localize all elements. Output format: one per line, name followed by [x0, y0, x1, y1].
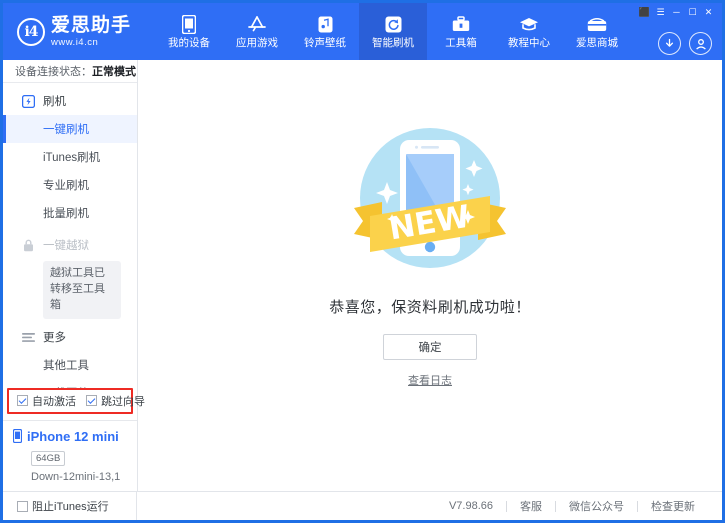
appstore-icon	[247, 14, 267, 34]
success-message: 恭喜您，保资料刷机成功啦！	[329, 296, 531, 317]
list-icon	[21, 330, 35, 344]
download-icon[interactable]	[658, 32, 681, 55]
status-bar-left: 阻止iTunes运行	[3, 492, 137, 520]
logo-initials: i4	[24, 25, 37, 39]
nav-tab-tutorial-center[interactable]: 教程中心	[495, 3, 563, 60]
sidebar-options-highlight: 自动激活 跳过向导	[3, 388, 137, 414]
sidebar-item-label: 批量刷机	[43, 205, 89, 221]
lock-icon	[21, 238, 35, 252]
sidebar-item-label: 下载固件	[43, 385, 89, 387]
sidebar-item-label: iTunes刷机	[43, 149, 100, 165]
app-logo: i4 爱思助手 www.i4.cn	[3, 3, 137, 60]
checkbox-label: 自动激活	[32, 393, 76, 409]
jailbreak-moved-tooltip: 越狱工具已转移至工具箱	[43, 261, 121, 319]
sidebar-item-itunes-flash[interactable]: iTunes刷机	[3, 143, 137, 171]
main-nav: 我的设备 应用游戏 铃声壁纸 智能刷机	[137, 3, 722, 60]
app-window: i4 爱思助手 www.i4.cn 我的设备 应用游戏	[0, 0, 725, 523]
view-log-link[interactable]: 查看日志	[408, 372, 452, 388]
sidebar-group-jailbreak: 一键越狱	[3, 231, 137, 259]
app-header: i4 爱思助手 www.i4.cn 我的设备 应用游戏	[3, 3, 722, 60]
nav-tab-label: 爱思商城	[576, 38, 618, 49]
i4-logo-icon: i4	[17, 18, 45, 46]
nav-tab-smart-flash[interactable]: 智能刷机	[359, 3, 427, 60]
checkbox-box	[17, 395, 28, 406]
music-icon	[318, 14, 333, 34]
menu-icon[interactable]: ☰	[653, 5, 668, 19]
sidebar-item-label: 专业刷机	[43, 177, 89, 193]
connection-status-label: 设备连接状态：	[15, 63, 92, 79]
sidebar-group-more: 更多	[3, 323, 137, 351]
nav-tab-label: 铃声壁纸	[304, 38, 346, 49]
checkbox-label: 跳过向导	[101, 393, 145, 409]
logo-title: 爱思助手	[51, 16, 131, 35]
checkbox-box	[17, 501, 28, 512]
new-phone-badge-illustration: NEW	[330, 116, 530, 286]
status-bar-right: V7.98.66 客服 微信公众号 检查更新	[137, 498, 722, 514]
sidebar-options-row: 自动激活 跳过向导	[7, 388, 133, 414]
device-name: iPhone 12 mini	[27, 430, 119, 443]
sidebar-item-batch-flash[interactable]: 批量刷机	[3, 199, 137, 227]
sidebar-group-flash: 刷机	[3, 87, 137, 115]
device-capacity-badge: 64GB	[31, 451, 65, 466]
checkbox-block-itunes[interactable]: 阻止iTunes运行	[17, 498, 109, 514]
sidebar-item-download-firmware[interactable]: 下载固件	[3, 379, 137, 387]
status-bar: 阻止iTunes运行 V7.98.66 客服 微信公众号 检查更新	[3, 491, 722, 520]
logo-subtitle: www.i4.cn	[51, 38, 131, 48]
connection-status-value: 正常模式	[92, 63, 136, 79]
sidebar-group-label: 一键越狱	[43, 237, 89, 253]
logo-text-block: 爱思助手 www.i4.cn	[51, 16, 131, 48]
nav-tab-label: 工具箱	[445, 38, 477, 49]
shop-icon	[587, 14, 607, 34]
phone-small-icon	[13, 429, 22, 445]
connected-device-info[interactable]: iPhone 12 mini 64GB Down-12mini-13,1	[3, 420, 137, 491]
main-content: NEW 恭喜您，保资料刷机成功啦！ 确定 查看日志	[138, 60, 722, 491]
header-actions	[658, 32, 712, 55]
nav-tab-label: 我的设备	[168, 38, 210, 49]
nav-tab-my-device[interactable]: 我的设备	[155, 3, 223, 60]
nav-tab-apps-games[interactable]: 应用游戏	[223, 3, 291, 60]
confirm-button[interactable]: 确定	[383, 334, 477, 360]
wechat-official-link[interactable]: 微信公众号	[556, 498, 637, 514]
graduation-cap-icon	[519, 14, 539, 34]
checkbox-box	[86, 395, 97, 406]
flash-device-icon	[21, 94, 35, 108]
checkbox-auto-activate[interactable]: 自动激活	[17, 393, 76, 409]
nav-tab-toolbox[interactable]: 工具箱	[427, 3, 495, 60]
checkbox-skip-wizard[interactable]: 跳过向导	[86, 393, 145, 409]
maximize-icon[interactable]: ☐	[685, 5, 700, 19]
nav-tab-label: 应用游戏	[236, 38, 278, 49]
device-model: Down-12mini-13,1	[31, 471, 137, 483]
nav-tab-i4-store[interactable]: 爱思商城	[563, 3, 631, 60]
nav-tab-ringtones-wallpaper[interactable]: 铃声壁纸	[291, 3, 359, 60]
check-update-link[interactable]: 检查更新	[638, 498, 708, 514]
sidebar-item-other-tools[interactable]: 其他工具	[3, 351, 137, 379]
user-account-icon[interactable]	[689, 32, 712, 55]
refresh-icon	[385, 14, 402, 34]
sidebar-group-label: 刷机	[43, 93, 66, 109]
nav-tab-label: 教程中心	[508, 38, 550, 49]
customer-service-link[interactable]: 客服	[507, 498, 555, 514]
pin-icon[interactable]: ⬛	[637, 5, 652, 19]
checkbox-label: 阻止iTunes运行	[32, 498, 109, 514]
sidebar-item-one-key-flash[interactable]: 一键刷机	[3, 115, 137, 143]
device-name-row: iPhone 12 mini	[13, 429, 137, 445]
toolbox-icon	[452, 14, 470, 34]
sidebar-group-label: 更多	[43, 329, 66, 345]
close-icon[interactable]: ✕	[701, 5, 716, 19]
nav-tab-label: 智能刷机	[372, 38, 414, 49]
window-controls: ⬛ ☰ ─ ☐ ✕	[637, 5, 716, 19]
phone-icon	[182, 14, 196, 34]
device-connection-status: 设备连接状态：正常模式	[3, 60, 137, 83]
sidebar-item-label: 一键刷机	[43, 121, 89, 137]
sidebar-nav: 刷机 一键刷机 iTunes刷机 专业刷机 批量刷机	[3, 83, 137, 387]
sidebar-item-label: 其他工具	[43, 357, 89, 373]
sidebar: 设备连接状态：正常模式 刷机 一键刷机 iTunes刷机 专业刷机	[3, 60, 138, 491]
app-body: 设备连接状态：正常模式 刷机 一键刷机 iTunes刷机 专业刷机	[3, 60, 722, 491]
app-version: V7.98.66	[436, 500, 506, 512]
sidebar-item-pro-flash[interactable]: 专业刷机	[3, 171, 137, 199]
minimize-icon[interactable]: ─	[669, 5, 684, 19]
